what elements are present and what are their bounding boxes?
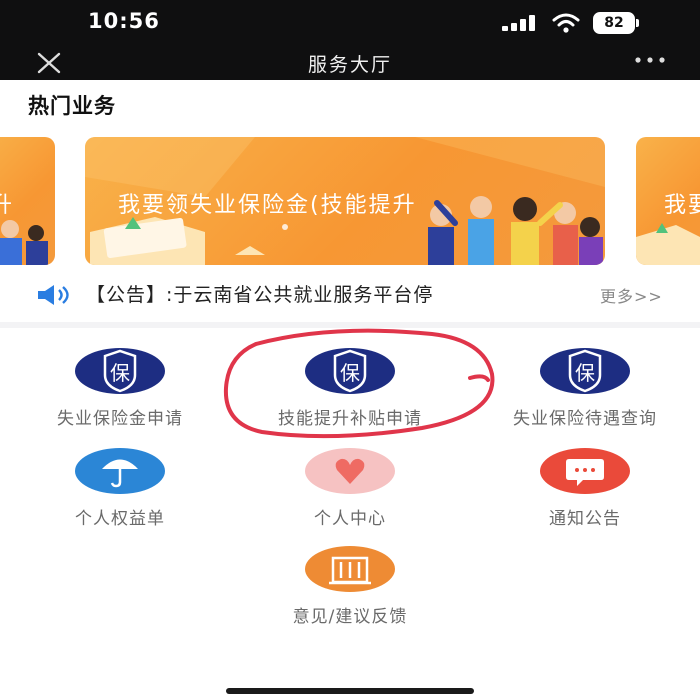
page-title: 服务大厅: [307, 54, 392, 76]
service-notifications[interactable]: 通知公告: [465, 448, 700, 548]
notice-more-link[interactable]: 更多>>: [600, 283, 663, 307]
building-icon: [305, 546, 395, 592]
service-label: 技能提升补贴申请: [278, 409, 422, 429]
banner-card-skill-upgrade[interactable]: 我要领失业保险金(技能提升: [85, 137, 605, 265]
service-label: 通知公告: [549, 509, 621, 529]
section-title: 热门业务: [28, 94, 116, 118]
svg-text:保: 保: [110, 361, 130, 385]
service-personal-rights[interactable]: 个人权益单: [0, 448, 240, 548]
service-label: 个人中心: [314, 509, 386, 529]
people-illustration: [0, 220, 48, 265]
service-label: 失业保险金申请: [57, 409, 183, 429]
banner-card-next[interactable]: 我要: [636, 137, 700, 265]
svg-text:保: 保: [575, 361, 595, 385]
shield-bao-icon: 保: [540, 348, 630, 394]
battery-level: 82: [604, 15, 624, 31]
status-time: 10:56: [88, 9, 160, 33]
services-grid: 保 失业保险金申请 保 技能提升补贴申请 保 失业保险待遇查询 个人权益单 个人…: [0, 328, 700, 700]
navigation-bar: 服务大厅: [0, 46, 700, 80]
page-content: 热门业务 升 我要领失业保险金(技能提升 我 【公告】:于云南省公共就业服务平台…: [0, 80, 700, 700]
banner-illustration: [636, 223, 700, 265]
notice-bar[interactable]: 【公告】:于云南省公共就业服务平台停 更多>>: [0, 276, 700, 312]
shield-bao-icon: 保: [305, 348, 395, 394]
service-label: 失业保险待遇查询: [513, 409, 657, 429]
banner-card-prev[interactable]: 升: [0, 137, 55, 265]
home-indicator[interactable]: [226, 688, 474, 694]
notice-text[interactable]: 【公告】:于云南省公共就业服务平台停: [86, 280, 606, 307]
wifi-icon: [552, 13, 580, 33]
banner-text: 我要领失业保险金(技能提升: [118, 193, 417, 218]
battery-icon: 82: [593, 12, 639, 34]
service-personal-center[interactable]: 个人中心: [230, 448, 470, 548]
service-unemployment-benefit-apply[interactable]: 保 失业保险金申请: [0, 348, 240, 448]
service-feedback[interactable]: 意见/建议反馈: [230, 546, 470, 646]
heart-icon: [305, 448, 395, 494]
shield-bao-icon: 保: [75, 348, 165, 394]
svg-text:保: 保: [340, 361, 360, 385]
umbrella-icon: [75, 448, 165, 494]
more-options-icon[interactable]: [632, 54, 672, 74]
speaker-icon: [38, 285, 69, 305]
service-skill-subsidy-apply[interactable]: 保 技能提升补贴申请: [230, 348, 470, 448]
status-bar: 10:56 82: [0, 0, 700, 46]
chat-bubble-icon: [540, 448, 630, 494]
service-label: 意见/建议反馈: [292, 607, 408, 627]
service-unemployment-benefit-query[interactable]: 保 失业保险待遇查询: [465, 348, 700, 448]
hot-services-section: 热门业务 升 我要领失业保险金(技能提升 我 【公告】:于云南省公共就业服务平台…: [0, 80, 700, 322]
service-label: 个人权益单: [75, 509, 165, 529]
cellular-signal-icon: [502, 15, 536, 31]
